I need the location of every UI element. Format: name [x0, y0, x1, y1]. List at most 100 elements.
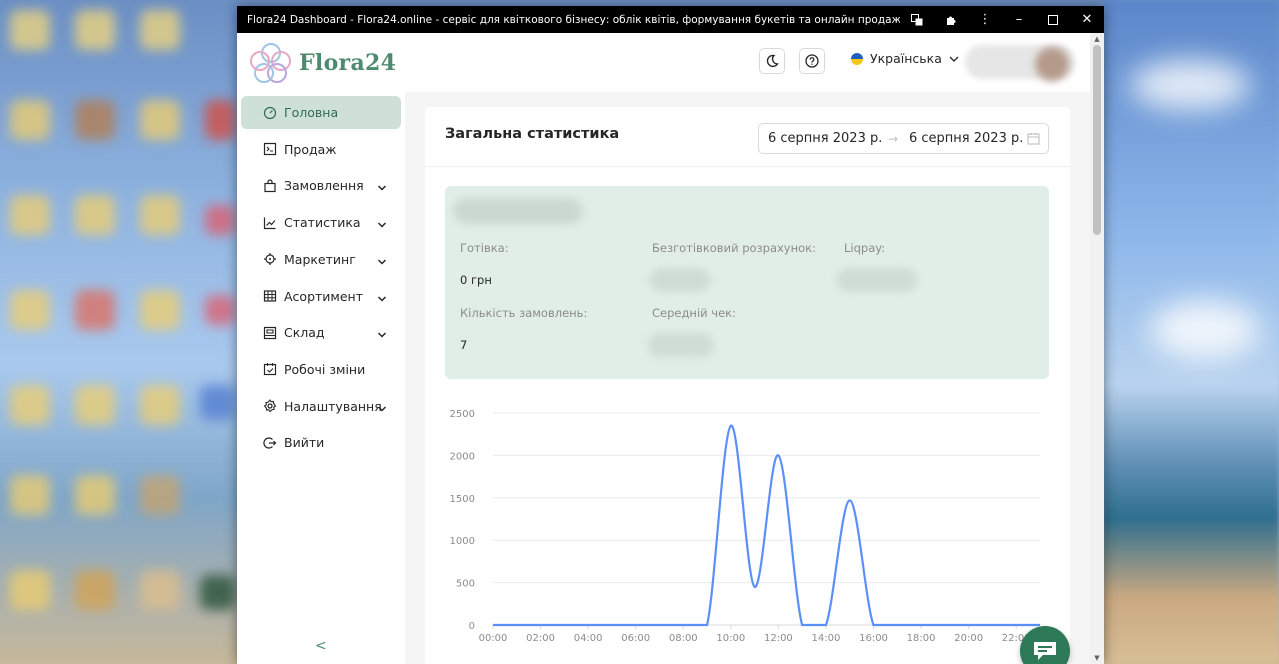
logo-text: Flora24 [299, 50, 397, 76]
desktop-icon[interactable] [140, 100, 180, 140]
y-tick-label: 1500 [450, 494, 475, 505]
x-tick-label: 08:00 [669, 633, 698, 644]
scroll-up-arrow[interactable]: ▲ [1090, 35, 1104, 43]
app-header: Flora24 Українська [237, 33, 1090, 92]
desktop-icon[interactable] [75, 570, 115, 610]
desktop-icon[interactable] [205, 100, 235, 140]
desktop-icon[interactable] [75, 290, 115, 330]
translate-icon[interactable] [900, 6, 934, 33]
scroll-down-arrow[interactable]: ▼ [1090, 654, 1104, 662]
sidebar-item-terminal[interactable]: Продаж [241, 133, 401, 166]
maximize-icon[interactable] [1036, 6, 1070, 33]
sidebar-item-setting[interactable]: Налаштування [241, 390, 401, 423]
arrow-right-icon: → [888, 131, 899, 146]
redacted-liqpay-value [837, 268, 917, 292]
language-select[interactable]: Українська [851, 51, 960, 66]
desktop-icon[interactable] [200, 575, 235, 610]
chevron-down-icon [377, 217, 387, 232]
desktop-icon[interactable] [10, 570, 50, 610]
title-bar: Flora24 Dashboard - Flora24.online - сер… [237, 6, 1104, 33]
desktop-icon[interactable] [75, 10, 115, 50]
cash-value: 0 грн [460, 273, 492, 287]
sidebar-item-line-chart[interactable]: Статистика [241, 206, 401, 239]
sidebar-item-label: Вийти [284, 435, 325, 451]
minimize-icon[interactable]: – [1002, 6, 1036, 33]
sales-line-chart: 0 500 1000 1500 2000 2500 00:00 02:00 04:00 06:00… [450, 409, 1040, 644]
desktop-icon[interactable] [75, 100, 115, 140]
x-tick-label: 12:00 [764, 633, 793, 644]
x-tick-label: 02:00 [526, 633, 555, 644]
aim-icon [262, 251, 278, 267]
wallpaper-cloud [1150, 300, 1260, 360]
help-icon [805, 54, 819, 68]
terminal-icon [262, 141, 278, 157]
extensions-icon[interactable] [934, 6, 968, 33]
date-range-picker[interactable]: 6 серпня 2023 р. → 6 серпня 2023 р. [758, 123, 1049, 154]
sidebar-item-label: Головна [284, 105, 339, 120]
sidebar-item-container[interactable]: Склад [241, 316, 401, 349]
app-root: Flora24 Українська Головна Продаж Замовлен… [237, 33, 1090, 664]
card-title: Загальна статистика [445, 126, 620, 142]
desktop-icon[interactable] [10, 385, 50, 425]
desktop-icon[interactable] [75, 385, 115, 425]
desktop-icon[interactable] [75, 475, 115, 515]
sidebar-item-label: Склад [284, 325, 325, 341]
desktop-icon[interactable] [200, 385, 235, 420]
desktop-icon[interactable] [10, 10, 50, 50]
sidebar-item-label: Маркетинг [284, 251, 356, 267]
close-icon[interactable]: ✕ [1070, 6, 1104, 33]
x-tick-label: 18:00 [907, 633, 936, 644]
x-tick-label: 20:00 [954, 633, 983, 644]
dashboard-icon [262, 105, 278, 121]
desktop-icon[interactable] [205, 205, 235, 235]
sidebar-item-aim[interactable]: Маркетинг [241, 243, 401, 276]
chevron-down-icon [377, 401, 387, 416]
desktop-icon[interactable] [205, 295, 235, 325]
desktop-icon[interactable] [10, 290, 50, 330]
desktop-icon[interactable] [10, 195, 50, 235]
theme-toggle-button[interactable] [759, 48, 785, 74]
desktop-icon[interactable] [140, 570, 180, 610]
help-button[interactable] [799, 48, 825, 74]
desktop-icon[interactable] [140, 290, 180, 330]
avatar[interactable] [1035, 47, 1069, 81]
scroll-thumb[interactable] [1093, 45, 1101, 235]
desktop-icon[interactable] [140, 475, 180, 515]
x-tick-label: 06:00 [621, 633, 650, 644]
desktop-icon[interactable] [140, 10, 180, 50]
desktop-icon[interactable] [140, 195, 180, 235]
desktop-icon[interactable] [75, 195, 115, 235]
window-title: Flora24 Dashboard - Flora24.online - сер… [247, 13, 900, 26]
sidebar-item-label: Статистика [284, 215, 361, 231]
calendar-icon [1027, 133, 1040, 145]
y-tick-label: 0 [469, 621, 475, 632]
desktop-icon[interactable] [10, 475, 50, 515]
sidebar-item-dashboard[interactable]: Головна [241, 96, 401, 129]
desktop-icon[interactable] [140, 385, 180, 425]
page-scrollbar[interactable]: ▲ ▼ [1090, 33, 1104, 664]
date-to[interactable]: 6 серпня 2023 р. [909, 131, 1023, 146]
sidebar-collapse-button[interactable]: < [315, 638, 327, 654]
cash-label: Готівка: [460, 241, 509, 255]
sidebar-item-schedule[interactable]: Робочі зміни [241, 353, 401, 386]
cashless-label: Безготівковий розрахунок: [652, 241, 816, 255]
chevron-down-icon [949, 56, 959, 62]
sidebar-item-label: Налаштування [284, 398, 382, 414]
x-tick-label: 14:00 [812, 633, 841, 644]
desktop-icon[interactable] [10, 100, 50, 140]
sidebar-item-table[interactable]: Асортимент [241, 280, 401, 313]
sidebar-item-label: Продаж [284, 141, 337, 157]
more-menu-icon[interactable]: ⋮ [968, 6, 1002, 33]
divider [425, 166, 1070, 167]
sidebar-item-logout[interactable]: Вийти [241, 426, 401, 459]
redacted-cashless-value [650, 268, 710, 292]
ukraine-flag-icon [851, 52, 863, 65]
chevron-down-icon [377, 291, 387, 306]
moon-icon [766, 54, 779, 68]
flower-logo-icon [250, 43, 291, 83]
y-tick-label: 2000 [450, 451, 475, 462]
logo[interactable]: Flora24 [249, 41, 396, 85]
sidebar-item-shopping-bag[interactable]: Замовлення [241, 169, 401, 202]
x-tick-label: 04:00 [574, 633, 603, 644]
date-from[interactable]: 6 серпня 2023 р. [768, 131, 882, 146]
